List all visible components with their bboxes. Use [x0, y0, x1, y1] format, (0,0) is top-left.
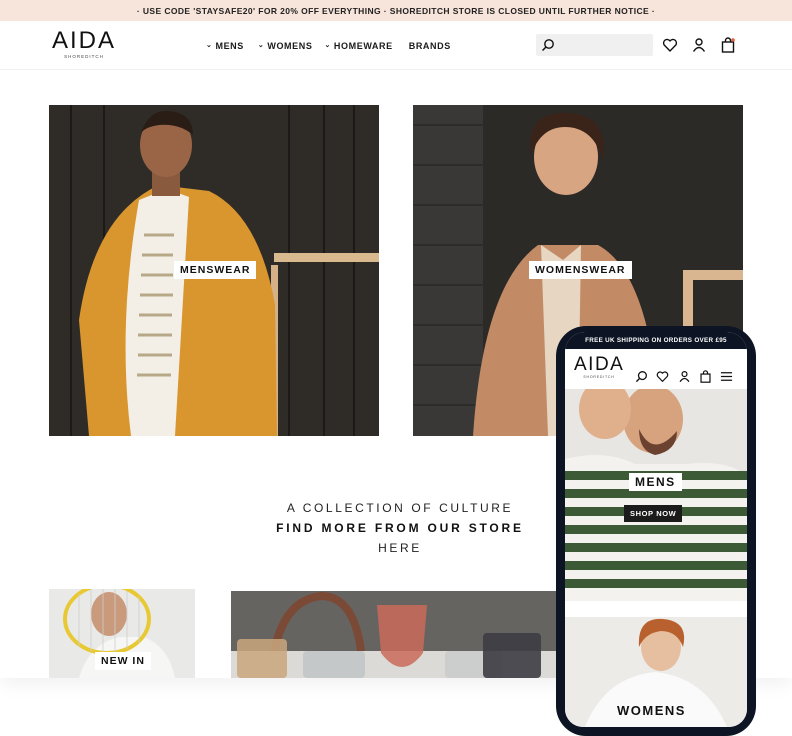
nav-label: MENS — [215, 41, 244, 51]
homeware-tile[interactable] — [231, 591, 561, 678]
search-icon — [541, 39, 554, 52]
user-icon[interactable] — [691, 37, 707, 53]
search-input[interactable] — [536, 34, 653, 56]
nav-item-brands[interactable]: BRANDS — [409, 41, 451, 51]
bag-icon[interactable] — [699, 370, 712, 383]
mobile-brand-location: SHOREDITCH — [583, 375, 615, 379]
mobile-womens-label: WOMENS — [617, 703, 686, 718]
mobile-promo-text: FREE UK SHIPPING ON ORDERS OVER £95 — [585, 337, 727, 344]
nav-item-womens[interactable]: ⌄ WOMENS — [258, 41, 313, 51]
heart-icon[interactable] — [656, 370, 669, 383]
nav-item-homeware[interactable]: ⌄ HOMEWARE — [324, 41, 392, 51]
mobile-brand-name: AIDA — [574, 354, 625, 375]
mobile-mens-photo — [565, 389, 747, 601]
mobile-brand-logo[interactable]: AIDA SHOREDITCH — [574, 354, 625, 380]
user-icon[interactable] — [678, 370, 691, 383]
new-in-label: NEW IN — [95, 652, 151, 670]
homeware-photo — [231, 591, 561, 678]
chevron-down-icon: ⌄ — [324, 42, 331, 49]
bag-icon[interactable] — [720, 37, 736, 53]
mobile-header: AIDA SHOREDITCH — [565, 349, 747, 389]
mobile-mockup: FREE UK SHIPPING ON ORDERS OVER £95 AIDA… — [556, 326, 756, 736]
womenswear-label: WOMENSWEAR — [529, 261, 632, 279]
brand-logo[interactable]: AIDA SHOREDITCH — [49, 27, 119, 60]
mobile-womens-tile[interactable]: WOMENS — [565, 617, 747, 727]
mobile-promo-bar: FREE UK SHIPPING ON ORDERS OVER £95 — [565, 332, 747, 349]
collection-link[interactable]: FIND MORE FROM OUR STORE — [240, 518, 560, 538]
brand-location: SHOREDITCH — [64, 54, 104, 59]
collection-line-3[interactable]: HERE — [240, 538, 560, 558]
menswear-tile[interactable]: MENSWEAR — [49, 105, 379, 436]
main-nav: ⌄ MENS ⌄ WOMENS ⌄ HOMEWARE BRANDS — [206, 41, 451, 51]
promo-bar: · USE CODE 'STAYSAFE20' FOR 20% OFF EVER… — [0, 0, 792, 21]
nav-label: WOMENS — [267, 41, 313, 51]
mobile-mens-label: MENS — [629, 473, 682, 491]
menswear-label: MENSWEAR — [174, 261, 257, 279]
collection-heading: A COLLECTION OF CULTURE FIND MORE FROM O… — [240, 498, 560, 558]
search-icon[interactable] — [635, 370, 648, 383]
new-in-tile[interactable]: NEW IN — [49, 589, 195, 678]
menu-icon[interactable] — [720, 370, 733, 383]
shop-now-button[interactable]: SHOP NOW — [624, 505, 683, 522]
mobile-mens-tile[interactable]: MENS SHOP NOW — [565, 389, 747, 601]
heart-icon[interactable] — [662, 37, 678, 53]
chevron-down-icon: ⌄ — [257, 42, 265, 49]
nav-label: BRANDS — [408, 41, 451, 51]
brand-name: AIDA — [51, 27, 116, 54]
site-header: AIDA SHOREDITCH ⌄ MENS ⌄ WOMENS ⌄ HOMEWA… — [0, 21, 792, 70]
chevron-down-icon: ⌄ — [206, 42, 213, 49]
nav-item-mens[interactable]: ⌄ MENS — [206, 41, 244, 51]
nav-label: HOMEWARE — [333, 41, 393, 51]
mobile-screen: FREE UK SHIPPING ON ORDERS OVER £95 AIDA… — [565, 332, 747, 727]
promo-text: · USE CODE 'STAYSAFE20' FOR 20% OFF EVER… — [136, 5, 656, 16]
collection-line-1: A COLLECTION OF CULTURE — [286, 501, 514, 515]
